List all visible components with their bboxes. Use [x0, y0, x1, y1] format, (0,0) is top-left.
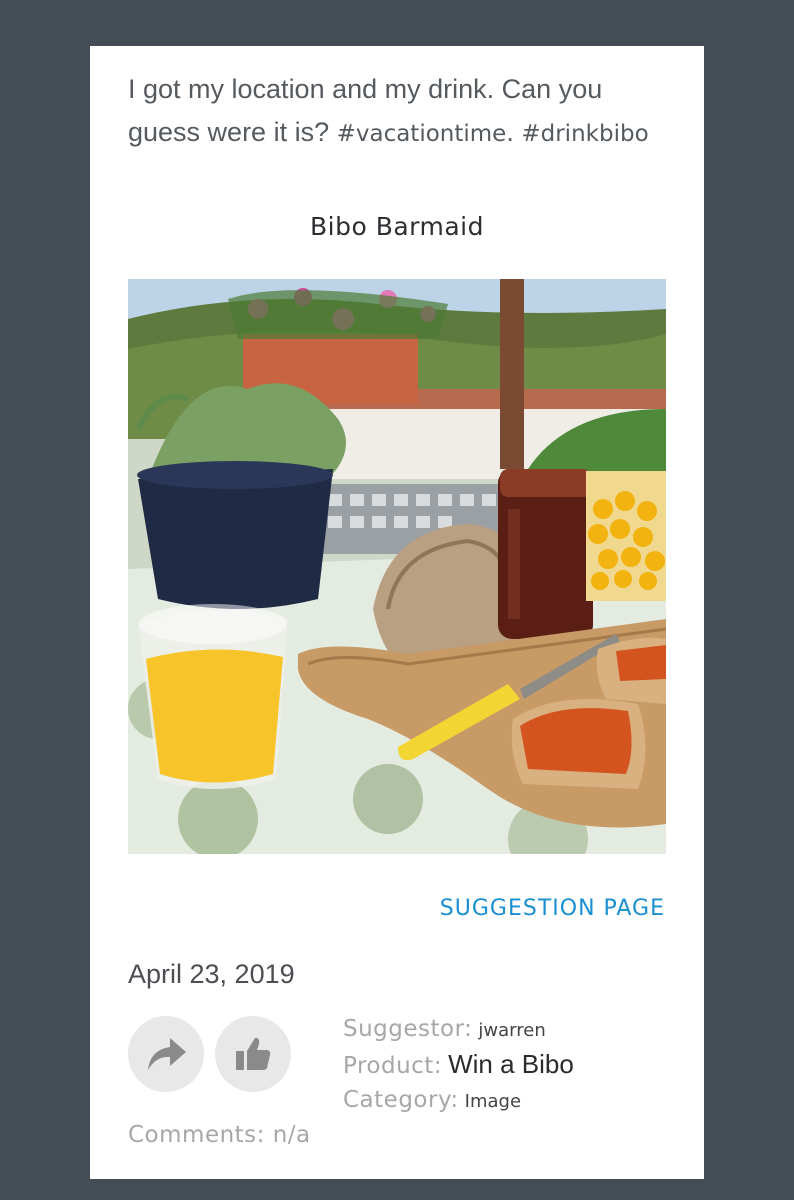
- product-label: Product:: [343, 1053, 443, 1079]
- comments-row: Comments: n/a: [128, 1122, 311, 1148]
- post-caption: I got my location and my drink. Can you …: [128, 68, 673, 156]
- caption-punctuation: .: [506, 117, 522, 147]
- suggestor-label: Suggestor:: [343, 1016, 473, 1042]
- post-date: April 23, 2019: [128, 959, 295, 989]
- category-value: Image: [464, 1091, 522, 1112]
- post-author: Bibo Barmaid: [309, 212, 484, 241]
- suggestor-row: Suggestor: jwarren: [343, 1016, 546, 1042]
- suggestion-page-link[interactable]: SUGGESTION PAGE: [440, 896, 665, 921]
- hashtag-vacationtime[interactable]: #vacationtime: [337, 121, 507, 147]
- share-arrow-icon: [148, 1038, 186, 1070]
- post-photo[interactable]: [128, 279, 666, 854]
- share-button[interactable]: [128, 1016, 204, 1092]
- like-button[interactable]: [215, 1016, 291, 1092]
- product-value: Win a Bibo: [448, 1049, 574, 1079]
- product-row: Product: Win a Bibo: [343, 1049, 574, 1080]
- comments-label: Comments:: [128, 1122, 265, 1148]
- breakfast-table-photo-icon: [128, 279, 666, 854]
- category-label: Category:: [343, 1087, 459, 1113]
- suggestor-value: jwarren: [478, 1020, 546, 1041]
- category-row: Category: Image: [343, 1087, 521, 1113]
- hashtag-drinkbibo[interactable]: #drinkbibo: [521, 121, 648, 147]
- post-card: I got my location and my drink. Can you …: [90, 46, 704, 1179]
- thumbs-up-icon: [236, 1037, 271, 1070]
- comments-value: n/a: [272, 1122, 311, 1148]
